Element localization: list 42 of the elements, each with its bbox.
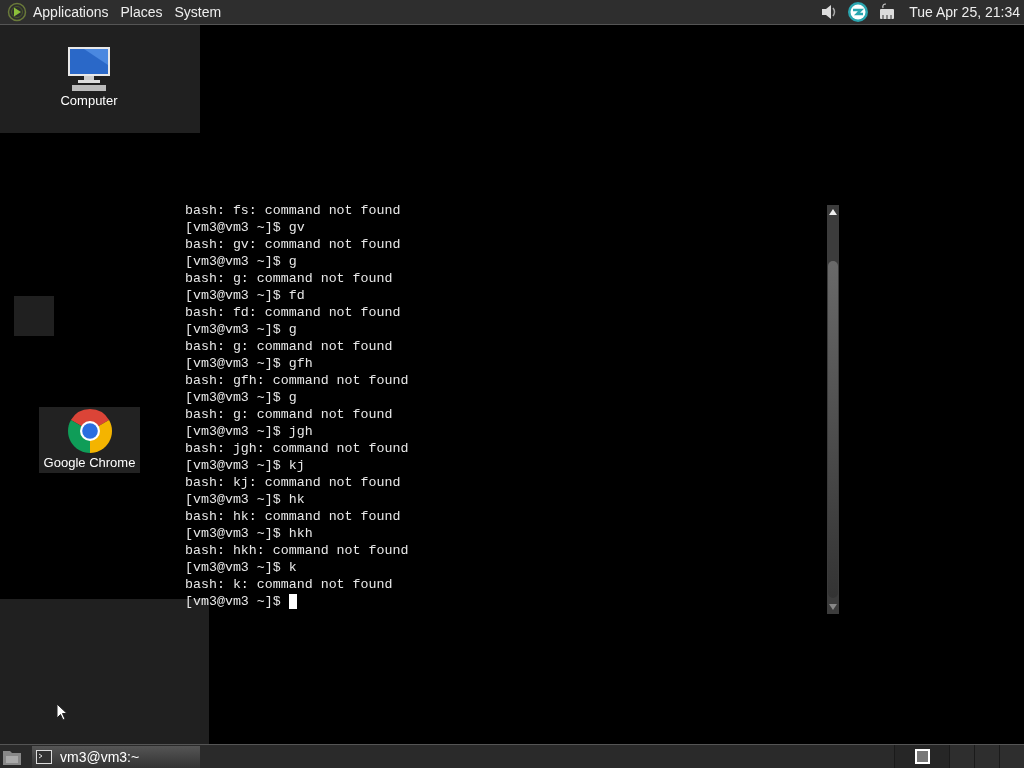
- terminal-line: [vm3@vm3 ~]$ k: [185, 559, 298, 576]
- terminal-line: bash: fd: command not found: [185, 304, 402, 321]
- scrollbar[interactable]: [827, 205, 839, 614]
- terminal-line: bash: g: command not found: [185, 270, 394, 287]
- icon-label[interactable]: Computer: [60, 93, 118, 108]
- terminal-line: [vm3@vm3 ~]$ g: [185, 253, 298, 270]
- mouse-pointer-icon: [56, 703, 68, 721]
- terminal-line: [vm3@vm3 ~]$ kj: [185, 457, 306, 474]
- terminal-line: bash: g: command not found: [185, 406, 394, 423]
- sync-icon[interactable]: [847, 1, 870, 23]
- terminal-line: [vm3@vm3 ~]$ jgh: [185, 423, 314, 440]
- scroll-down-icon[interactable]: [829, 604, 837, 610]
- terminal-line: [vm3@vm3 ~]$ gv: [185, 219, 306, 236]
- browser-icon[interactable]: [65, 407, 114, 455]
- menu-item[interactable]: System: [174, 4, 222, 20]
- blank-tile: [14, 296, 54, 336]
- clock[interactable]: Tue Apr 25, 21:34: [909, 4, 1020, 20]
- terminal-line: [vm3@vm3 ~]$ hk: [185, 491, 306, 508]
- menu-item[interactable]: Applications: [33, 4, 109, 20]
- taskbar-button[interactable]: vm3@vm3:~: [32, 745, 200, 768]
- text-cursor: [288, 594, 297, 609]
- terminal-line: bash: g: command not found: [185, 338, 394, 355]
- menu-item[interactable]: Places: [120, 4, 163, 20]
- terminal-line: [vm3@vm3 ~]$ fd: [185, 287, 306, 304]
- terminal-line: bash: gfh: command not found: [185, 372, 409, 389]
- terminal-line: bash: gv: command not found: [185, 236, 402, 253]
- terminal-line: [vm3@vm3 ~]$ g: [185, 389, 298, 406]
- terminal-icon: [36, 749, 52, 764]
- terminal-line: bash: fs: command not found: [185, 202, 402, 219]
- terminal-line: bash: kj: command not found: [185, 474, 402, 491]
- terminal-line: [vm3@vm3 ~]$ g: [185, 321, 298, 338]
- workspace-switcher[interactable]: [894, 745, 1024, 768]
- scroll-thumb[interactable]: [828, 261, 838, 598]
- terminal-line: bash: jgh: command not found: [185, 440, 409, 457]
- scroll-up-icon[interactable]: [829, 209, 837, 215]
- logo-icon[interactable]: [7, 2, 27, 22]
- terminal-prompt: [vm3@vm3 ~]$: [185, 593, 281, 610]
- terminal-line: [vm3@vm3 ~]$ gfh: [185, 355, 314, 372]
- terminal-line: bash: k: command not found: [185, 576, 394, 593]
- terminal-line: [vm3@vm3 ~]$ hkh: [185, 525, 314, 542]
- terminal-line: bash: hk: command not found: [185, 508, 402, 525]
- terminal-line: bash: hkh: command not found: [185, 542, 409, 559]
